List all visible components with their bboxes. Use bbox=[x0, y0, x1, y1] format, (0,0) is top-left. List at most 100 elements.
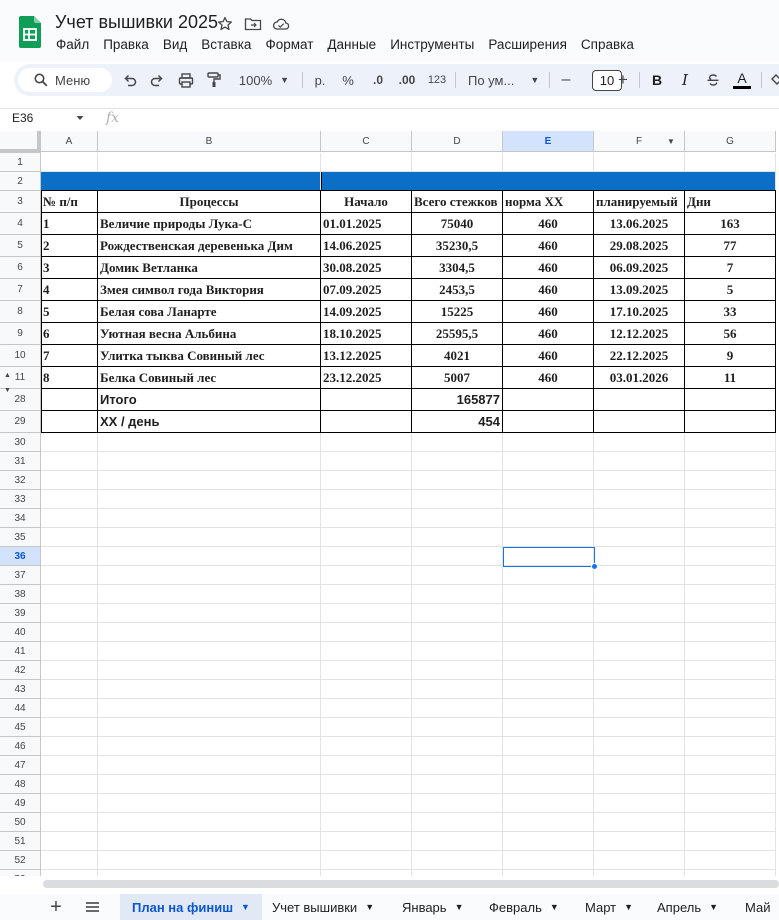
empty-cell[interactable] bbox=[412, 813, 503, 832]
empty-cell[interactable] bbox=[98, 433, 321, 452]
menu-search-button[interactable]: Меню bbox=[18, 68, 112, 92]
empty-cell[interactable] bbox=[685, 794, 776, 813]
empty-cell[interactable] bbox=[98, 585, 321, 604]
per-day-label[interactable]: ХХ / день bbox=[98, 411, 321, 433]
empty-cell[interactable] bbox=[412, 832, 503, 851]
percent-format-button[interactable]: % bbox=[337, 64, 359, 96]
empty-cell[interactable] bbox=[503, 813, 594, 832]
table-cell[interactable]: 13.06.2025 bbox=[594, 213, 685, 235]
row-header-49[interactable]: 49 bbox=[0, 794, 41, 813]
empty-cell[interactable] bbox=[503, 737, 594, 756]
table-cell[interactable]: 460 bbox=[503, 301, 594, 323]
empty-cell[interactable] bbox=[503, 851, 594, 870]
empty-cell[interactable] bbox=[321, 623, 412, 642]
empty-cell[interactable] bbox=[98, 870, 321, 876]
table-cell[interactable]: Величие природы Лука-С bbox=[98, 213, 321, 235]
empty-cell[interactable] bbox=[41, 585, 98, 604]
bold-button[interactable]: B bbox=[647, 64, 667, 96]
table-cell[interactable]: 3304,5 bbox=[412, 257, 503, 279]
row-header-48[interactable]: 48 bbox=[0, 775, 41, 794]
empty-cell[interactable] bbox=[503, 756, 594, 775]
empty-cell[interactable] bbox=[98, 699, 321, 718]
document-title[interactable]: Учет вышивки 2025 bbox=[55, 12, 218, 33]
chevron-down-icon[interactable]: ▼ bbox=[365, 902, 374, 912]
empty-cell[interactable] bbox=[594, 775, 685, 794]
group-collapse-down-icon[interactable]: ▼ bbox=[4, 387, 11, 394]
empty-cell[interactable] bbox=[412, 851, 503, 870]
empty-cell[interactable] bbox=[685, 775, 776, 794]
empty-cell[interactable] bbox=[41, 737, 98, 756]
table-cell[interactable]: 5 bbox=[685, 279, 776, 301]
table-cell[interactable]: 25595,5 bbox=[412, 323, 503, 345]
empty-cell[interactable] bbox=[685, 452, 776, 471]
sheet-tab-february[interactable]: Февраль ▼ bbox=[489, 894, 559, 920]
empty-cell[interactable] bbox=[503, 566, 594, 585]
empty-cell[interactable] bbox=[685, 471, 776, 490]
empty-cell[interactable] bbox=[685, 585, 776, 604]
table-cell[interactable]: 13.12.2025 bbox=[321, 345, 412, 367]
table-cell[interactable]: Белая сова Ланарте bbox=[98, 301, 321, 323]
per-day-row-cell[interactable] bbox=[41, 411, 98, 433]
all-sheets-button[interactable] bbox=[80, 894, 104, 920]
empty-cell[interactable] bbox=[594, 547, 685, 566]
table-header-cell[interactable]: № п/п bbox=[41, 191, 98, 213]
empty-cell[interactable] bbox=[98, 452, 321, 471]
font-size-increase-button[interactable]: + bbox=[615, 64, 631, 96]
row-header-31[interactable]: 31 bbox=[0, 452, 41, 471]
empty-cell[interactable] bbox=[412, 642, 503, 661]
sheet-tab-january[interactable]: Январь ▼ bbox=[402, 894, 463, 920]
empty-cell[interactable] bbox=[41, 642, 98, 661]
empty-cell[interactable] bbox=[685, 813, 776, 832]
empty-cell[interactable] bbox=[594, 566, 685, 585]
table-cell[interactable]: 460 bbox=[503, 323, 594, 345]
empty-cell[interactable] bbox=[321, 718, 412, 737]
column-f-dropdown-icon[interactable]: ▼ bbox=[667, 137, 675, 146]
per-day-value[interactable]: 454 bbox=[412, 411, 503, 433]
empty-cell[interactable] bbox=[685, 604, 776, 623]
table-cell[interactable]: Уютная весна Альбина bbox=[98, 323, 321, 345]
menu-extensions[interactable]: Расширения bbox=[481, 37, 574, 52]
table-cell[interactable]: 460 bbox=[503, 367, 594, 389]
empty-cell[interactable] bbox=[321, 851, 412, 870]
spreadsheet-grid[interactable]: A B C D E F G ▼ 1 2 3 4 5 6 7 8 9 10 11 28 29 30 31 32 33 34 35 36 3… bbox=[0, 131, 779, 876]
empty-cell[interactable] bbox=[412, 699, 503, 718]
empty-cell[interactable] bbox=[685, 153, 776, 172]
empty-cell[interactable] bbox=[412, 718, 503, 737]
empty-cell[interactable] bbox=[594, 490, 685, 509]
sheet-tab-march[interactable]: Март ▼ bbox=[585, 894, 633, 920]
empty-cell[interactable] bbox=[685, 528, 776, 547]
empty-cell[interactable] bbox=[412, 153, 503, 172]
empty-cell[interactable] bbox=[503, 794, 594, 813]
column-header-e[interactable]: E bbox=[503, 131, 594, 152]
empty-cell[interactable] bbox=[503, 490, 594, 509]
empty-cell[interactable] bbox=[685, 566, 776, 585]
table-cell[interactable]: 2453,5 bbox=[412, 279, 503, 301]
empty-cell[interactable] bbox=[503, 718, 594, 737]
menu-format[interactable]: Формат bbox=[258, 37, 320, 52]
empty-cell[interactable] bbox=[412, 566, 503, 585]
empty-cell[interactable] bbox=[321, 737, 412, 756]
row-header-51[interactable]: 51 bbox=[0, 832, 41, 851]
row-header-7[interactable]: 7 bbox=[0, 279, 41, 301]
empty-cell[interactable] bbox=[594, 737, 685, 756]
total-label[interactable]: Итого bbox=[98, 389, 321, 411]
empty-cell[interactable] bbox=[685, 718, 776, 737]
row-header-1[interactable]: 1 bbox=[0, 153, 41, 172]
row-header-9[interactable]: 9 bbox=[0, 323, 41, 345]
group-collapse-up-icon[interactable]: ▲ bbox=[4, 372, 11, 379]
empty-cell[interactable] bbox=[41, 794, 98, 813]
table-cell[interactable]: 06.09.2025 bbox=[594, 257, 685, 279]
row-header-52[interactable]: 52 bbox=[0, 851, 41, 870]
row-header-41[interactable]: 41 bbox=[0, 642, 41, 661]
empty-cell[interactable] bbox=[503, 547, 594, 566]
row-header-3[interactable]: 3 bbox=[0, 191, 41, 213]
row-header-44[interactable]: 44 bbox=[0, 699, 41, 718]
table-cell[interactable]: 460 bbox=[503, 235, 594, 257]
table-header-cell[interactable]: норма ХХ bbox=[503, 191, 594, 213]
row-header-38[interactable]: 38 bbox=[0, 585, 41, 604]
empty-cell[interactable] bbox=[685, 851, 776, 870]
per-day-row-cell[interactable] bbox=[321, 411, 412, 433]
empty-cell[interactable] bbox=[685, 756, 776, 775]
empty-cell[interactable] bbox=[412, 680, 503, 699]
table-cell[interactable]: 11 bbox=[685, 367, 776, 389]
